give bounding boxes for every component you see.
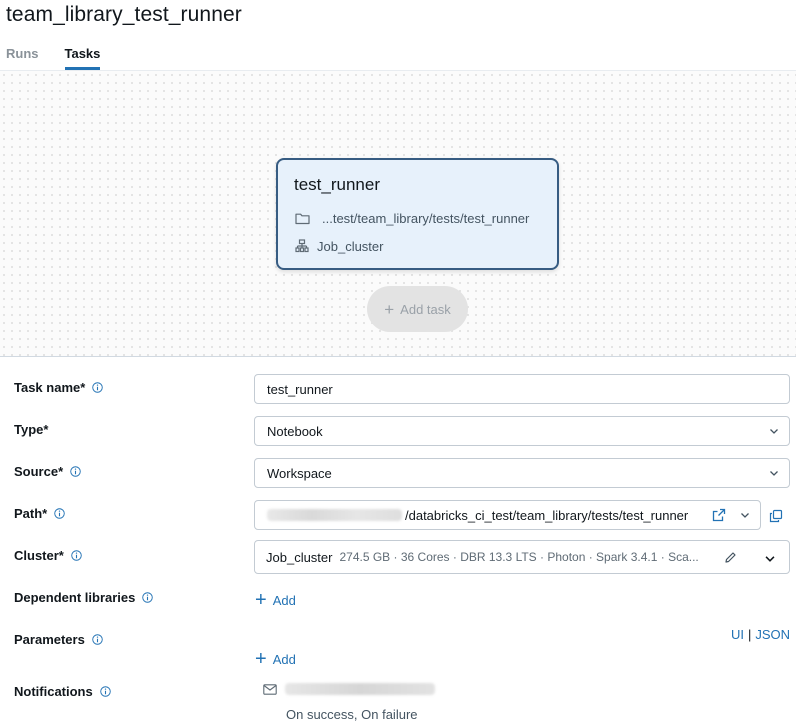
info-icon[interactable]	[71, 550, 82, 561]
plus-icon: +	[255, 589, 267, 611]
parameters-mode-separator: |	[747, 627, 752, 642]
cluster-label: Cluster*	[14, 548, 82, 563]
task-node-test-runner[interactable]: test_runner ...test/team_library/tests/t…	[276, 158, 559, 270]
info-icon[interactable]	[70, 466, 81, 477]
tab-bar: Runs Tasks	[6, 46, 100, 70]
path-value: /databricks_ci_test/team_library/tests/t…	[405, 507, 689, 523]
cluster-details: 274.5 GB · 36 Cores · DBR 13.3 LTS · Pho…	[339, 550, 699, 564]
redacted-email	[285, 683, 435, 695]
info-icon[interactable]	[142, 592, 154, 603]
chevron-down-icon	[770, 471, 778, 476]
add-dependent-library-button[interactable]: + Add	[255, 590, 296, 610]
info-icon[interactable]	[54, 508, 65, 519]
add-task-button[interactable]: + Add task	[367, 286, 468, 332]
task-node-title: test_runner	[294, 175, 380, 194]
dependent-libraries-label: Dependent libraries	[14, 590, 154, 605]
cluster-select[interactable]: Job_cluster 274.5 GB · 36 Cores · DBR 13…	[254, 540, 790, 574]
plus-icon: +	[255, 648, 267, 670]
type-label-text: Type*	[14, 422, 49, 437]
task-graph-canvas[interactable]: test_runner ...test/team_library/tests/t…	[0, 70, 796, 357]
path-label-text: Path*	[14, 506, 48, 521]
type-value: Notebook	[267, 423, 323, 439]
task-node-path-row: ...test/team_library/tests/test_runner	[294, 210, 529, 226]
tab-runs[interactable]: Runs	[6, 46, 39, 70]
path-label: Path*	[14, 506, 65, 521]
info-icon[interactable]	[92, 634, 103, 645]
type-select[interactable]: Notebook	[254, 416, 790, 446]
edit-icon[interactable]	[724, 551, 737, 564]
parameters-label-text: Parameters	[14, 632, 85, 647]
dependent-libraries-label-text: Dependent libraries	[14, 590, 136, 605]
source-select[interactable]: Workspace	[254, 458, 790, 488]
info-icon[interactable]	[92, 382, 104, 393]
page-title: team_library_test_runner	[6, 3, 242, 26]
task-name-input[interactable]	[267, 381, 789, 397]
source-label-text: Source*	[14, 464, 64, 479]
chevron-down-icon[interactable]	[764, 554, 776, 563]
add-task-label: Add task	[400, 301, 451, 317]
notifications-label: Notifications	[14, 684, 111, 699]
parameters-ui-link[interactable]: UI	[731, 627, 744, 642]
task-name-label-text: Task name*	[14, 380, 86, 395]
parameters-mode-toggle: UI | JSON	[731, 627, 790, 642]
cluster-name: Job_cluster	[266, 549, 333, 565]
external-link-icon[interactable]	[712, 508, 726, 522]
add-parameter-button[interactable]: + Add	[255, 649, 296, 669]
source-label: Source*	[14, 464, 81, 479]
plus-icon: +	[384, 299, 395, 319]
task-node-cluster: Job_cluster	[317, 238, 384, 254]
path-field[interactable]: /databricks_ci_test/team_library/tests/t…	[254, 500, 761, 530]
parameters-json-link[interactable]: JSON	[755, 627, 790, 642]
notification-email-row[interactable]	[263, 683, 435, 695]
notifications-label-text: Notifications	[14, 684, 93, 699]
cluster-label-text: Cluster*	[14, 548, 64, 563]
mail-icon	[263, 683, 277, 695]
add-parameter-label: Add	[272, 651, 296, 667]
cluster-icon	[294, 238, 310, 254]
chevron-down-icon	[770, 429, 778, 434]
copy-icon[interactable]	[769, 509, 783, 523]
source-value: Workspace	[267, 465, 332, 481]
tab-tasks[interactable]: Tasks	[64, 46, 100, 70]
task-name-field[interactable]	[254, 374, 790, 404]
parameters-label: Parameters	[14, 632, 103, 647]
folder-icon	[294, 210, 310, 226]
task-node-path: ...test/team_library/tests/test_runner	[322, 210, 530, 226]
type-label: Type*	[14, 422, 48, 437]
task-node-cluster-row: Job_cluster	[294, 238, 383, 254]
task-name-label: Task name*	[14, 380, 104, 395]
info-icon[interactable]	[100, 686, 111, 697]
add-dependent-library-label: Add	[272, 592, 296, 608]
notification-status: On success, On failure	[286, 707, 418, 722]
chevron-down-icon[interactable]	[740, 511, 750, 519]
redacted-user-path	[267, 509, 402, 521]
